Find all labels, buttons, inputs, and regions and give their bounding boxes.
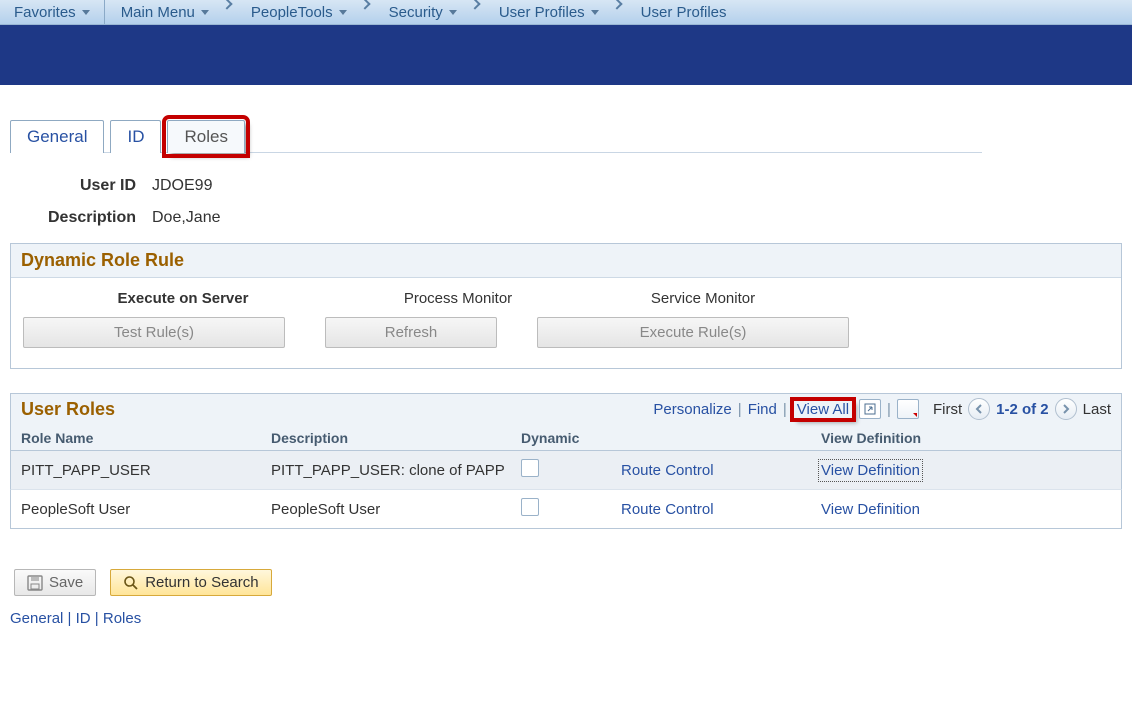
group-title: Dynamic Role Rule [11,244,1121,278]
route-control-link[interactable]: Route Control [621,501,714,518]
button-label: Execute Rule(s) [640,324,747,341]
caret-down-icon [339,10,347,15]
personalize-link[interactable]: Personalize [653,401,731,418]
process-monitor-link[interactable]: Process Monitor [343,290,573,307]
exec-on-server-label: Execute on Server [23,290,343,307]
chevron-right-icon [359,0,370,10]
tab-general[interactable]: General [10,120,104,153]
cell-role-name: PITT_PAPP_USER [21,462,271,479]
view-all-link[interactable]: View All [793,400,853,419]
table-row: PITT_PAPP_USER PITT_PAPP_USER: clone of … [10,451,1122,490]
save-icon [27,575,43,591]
chevron-right-icon [469,0,480,10]
execute-rules-button[interactable]: Execute Rule(s) [537,317,849,348]
return-to-search-button[interactable]: Return to Search [110,569,271,596]
chevron-right-icon [611,0,622,10]
user-id-label: User ID [16,177,136,195]
bottom-tab-links: General | ID | Roles [10,610,1122,627]
zoom-icon[interactable] [859,399,881,419]
cell-description: PITT_PAPP_USER: clone of PAPP [271,462,521,479]
breadcrumb-label: Security [389,4,443,21]
tabs-row: General ID Roles [10,115,1122,153]
breadcrumb-item[interactable]: User Profiles [483,0,609,24]
col-role-name[interactable]: Role Name [21,430,271,446]
breadcrumb-item[interactable]: PeopleTools [235,0,357,24]
description-label: Description [16,209,136,227]
dynamic-checkbox[interactable] [521,498,539,516]
test-rules-button[interactable]: Test Rule(s) [23,317,285,348]
divider-icon: | [783,401,787,418]
view-definition-link[interactable]: View Definition [821,462,920,479]
last-link[interactable]: Last [1083,401,1111,418]
view-all-label: View All [797,401,849,418]
save-button[interactable]: Save [14,569,96,596]
breadcrumb-item[interactable]: Security [373,0,467,24]
service-monitor-link[interactable]: Service Monitor [573,290,833,307]
dynamic-role-rule-box: Dynamic Role Rule Execute on Server Proc… [10,243,1122,369]
description-value: Doe,Jane [152,209,221,227]
divider-icon: | [68,610,76,627]
caret-down-icon [82,10,90,15]
caret-down-icon [449,10,457,15]
search-icon [123,575,139,591]
col-view-definition[interactable]: View Definition [821,430,981,446]
tab-id[interactable]: ID [110,120,161,153]
favorites-menu[interactable]: Favorites [0,0,105,24]
col-dynamic[interactable]: Dynamic [521,430,621,446]
divider-icon: | [95,610,103,627]
cell-role-name: PeopleSoft User [21,501,271,518]
download-icon[interactable] [897,399,919,419]
cell-description: PeopleSoft User [271,501,521,518]
header-band [0,25,1132,85]
breadcrumb-bar: Favorites Main Menu PeopleTools Security… [0,0,1132,25]
caret-down-icon [201,10,209,15]
breadcrumb-item[interactable]: Main Menu [105,0,219,24]
breadcrumb-label: User Profiles [499,4,585,21]
first-link[interactable]: First [933,401,962,418]
tab-label: Roles [184,127,227,146]
button-label: Test Rule(s) [114,324,194,341]
user-roles-grid: User Roles Personalize | Find | View All… [10,393,1122,529]
chevron-right-icon [221,0,232,10]
grid-title: User Roles [21,399,115,420]
next-page-button[interactable] [1055,398,1077,420]
favorites-label: Favorites [14,4,76,21]
dynamic-checkbox[interactable] [521,459,539,477]
find-link[interactable]: Find [748,401,777,418]
button-label: Save [49,574,83,591]
caret-down-icon [591,10,599,15]
button-label: Refresh [385,324,438,341]
refresh-button[interactable]: Refresh [325,317,497,348]
breadcrumb-item[interactable]: User Profiles [625,0,737,24]
bottom-link-id[interactable]: ID [76,610,91,627]
row-range: 1-2 of 2 [996,401,1049,418]
col-description[interactable]: Description [271,430,521,446]
bottom-link-roles[interactable]: Roles [103,610,141,627]
breadcrumb-label: PeopleTools [251,4,333,21]
prev-page-button[interactable] [968,398,990,420]
tab-roles[interactable]: Roles [167,120,244,153]
route-control-link[interactable]: Route Control [621,462,714,479]
table-row: PeopleSoft User PeopleSoft User Route Co… [10,490,1122,529]
col-route-control [621,430,821,446]
user-id-value: JDOE99 [152,177,212,195]
tab-label: General [27,127,87,146]
breadcrumb-label: Main Menu [121,4,195,21]
divider-icon: | [887,401,891,418]
button-label: Return to Search [145,574,258,591]
view-definition-link[interactable]: View Definition [821,501,920,518]
bottom-link-general[interactable]: General [10,610,63,627]
tab-label: ID [127,127,144,146]
breadcrumb-label: User Profiles [641,4,727,21]
divider-icon: | [738,401,742,418]
